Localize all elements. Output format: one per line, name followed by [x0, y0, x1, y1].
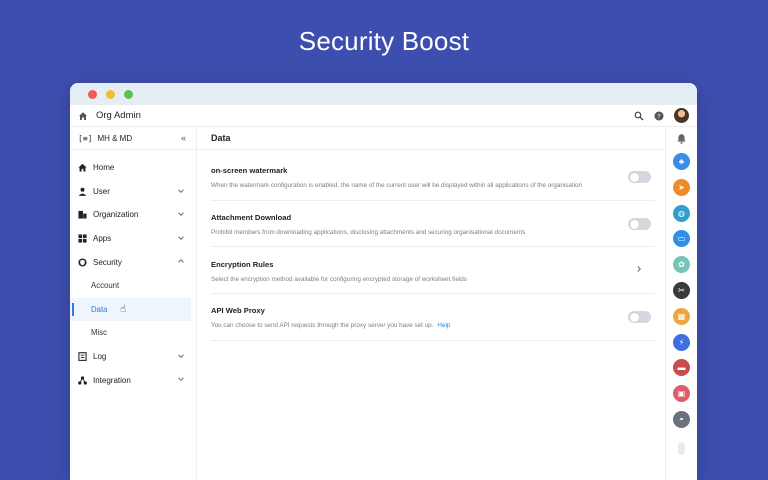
sidebar-subitem-account[interactable]: Account: [70, 274, 196, 298]
grid-app-icon[interactable]: ▦: [673, 307, 690, 325]
rail-scroll-handle[interactable]: [678, 441, 685, 455]
setting-title: Encryption Rules: [211, 260, 274, 269]
image-app-icon[interactable]: ▬: [673, 359, 690, 377]
divider: [211, 340, 655, 341]
app-title: Org Admin: [96, 110, 141, 121]
attachment-download-toggle[interactable]: [628, 218, 651, 230]
sidebar-item-log[interactable]: Log: [70, 345, 196, 369]
sidebar-item-label: Log: [93, 352, 107, 362]
divider: [211, 293, 655, 294]
search-icon[interactable]: [634, 111, 644, 121]
sidebar-item-user[interactable]: User: [70, 180, 196, 204]
user-icon: [78, 187, 87, 196]
page-title: Data: [197, 127, 665, 150]
sidebar-nav: Home User Organization Apps Security Acc…: [70, 150, 196, 392]
divider: [211, 200, 655, 201]
sidebar-item-security[interactable]: Security: [70, 250, 196, 274]
tool-app-icon[interactable]: ✂: [673, 281, 690, 299]
app-window: Org Admin ? [≡] MH & MD « Home User Orga…: [70, 83, 697, 480]
app-icon-list: ♣ ➤ ◍ ▭ ✿ ✂ ▦ ⚡ ▬ ▣ ◓: [673, 153, 690, 428]
shield-icon: [78, 258, 87, 267]
sidebar-subitem-data[interactable]: Data ☝: [70, 297, 191, 322]
api-web-proxy-toggle[interactable]: [628, 311, 651, 323]
maximize-window-button[interactable]: [124, 89, 133, 99]
calendar-app-icon[interactable]: ▣: [673, 385, 690, 403]
chevron-down-icon: [178, 189, 184, 193]
sidebar-item-label: Home: [93, 163, 115, 173]
chevron-down-icon: [178, 354, 184, 358]
setting-title: Attachment Download: [211, 213, 292, 222]
sidebar-item-label: Security: [93, 257, 122, 267]
setting-title: API Web Proxy: [211, 306, 265, 315]
setting-description-text: You can choose to send API requests thro…: [211, 322, 434, 329]
avatar[interactable]: [674, 108, 689, 123]
setting-description: You can choose to send API requests thro…: [211, 322, 647, 329]
chevron-up-icon: [178, 259, 184, 264]
sidebar-item-label: Apps: [93, 234, 112, 244]
apps-icon: [78, 234, 87, 243]
app-bar: Org Admin ?: [70, 105, 697, 127]
hand-cursor-icon: ☝: [120, 303, 127, 315]
divider: [211, 246, 655, 247]
setting-api-web-proxy: API Web Proxy You can choose to send API…: [211, 306, 655, 341]
bell-icon[interactable]: [676, 133, 687, 144]
setting-description: Prohibit members from downloading applic…: [211, 229, 526, 236]
ghost-app-icon[interactable]: ◓: [673, 410, 690, 428]
org-badge-icon: [≡]: [78, 133, 93, 143]
log-icon: [78, 352, 87, 361]
sidebar-subitem-label: Data: [91, 304, 108, 314]
setting-description: When the watermark configuration is enab…: [211, 182, 583, 189]
sidebar-item-label: Integration: [93, 375, 131, 385]
integration-icon: [78, 376, 87, 385]
sidebar-item-apps[interactable]: Apps: [70, 227, 196, 251]
home-icon: [78, 164, 87, 172]
sidebar: [≡] MH & MD « Home User Organization App…: [70, 127, 197, 480]
setting-description: Select the encryption method available f…: [211, 276, 467, 283]
chevron-down-icon: [178, 377, 184, 382]
sidebar-item-label: Organization: [93, 210, 139, 220]
chevron-down-icon: [178, 212, 184, 217]
help-link[interactable]: Help: [437, 322, 450, 329]
organization-icon: [78, 211, 87, 220]
sidebar-item-home[interactable]: Home: [70, 156, 196, 180]
photo-app-icon[interactable]: ✿: [673, 256, 690, 274]
close-window-button[interactable]: [88, 89, 97, 99]
window-titlebar: [70, 83, 697, 105]
sidebar-subitem-label: Account: [91, 281, 120, 291]
app-rail: ♣ ➤ ◍ ▭ ✿ ✂ ▦ ⚡ ▬ ▣ ◓: [665, 127, 697, 480]
globe-app-icon[interactable]: ◍: [673, 204, 690, 222]
home-icon[interactable]: [78, 111, 88, 121]
sidebar-item-label: User: [93, 186, 110, 196]
chevron-down-icon: [178, 236, 184, 240]
minimize-window-button[interactable]: [106, 89, 115, 99]
setting-attachment-download: Attachment Download Prohibit members fro…: [211, 213, 655, 247]
bolt-app-icon[interactable]: ⚡: [673, 333, 690, 351]
sidebar-item-integration[interactable]: Integration: [70, 368, 196, 392]
setting-watermark: on-screen watermark When the watermark c…: [211, 166, 655, 201]
org-name: MH & MD: [97, 133, 133, 143]
watermark-toggle[interactable]: [628, 171, 651, 183]
sidebar-subitem-label: Misc: [91, 328, 108, 338]
chat-app-icon[interactable]: ▭: [673, 230, 690, 248]
svg-text:?: ?: [657, 112, 660, 120]
send-app-icon[interactable]: ➤: [673, 178, 690, 196]
sidebar-subitem-misc[interactable]: Misc: [70, 321, 196, 345]
team-app-icon[interactable]: ♣: [673, 153, 690, 170]
collapse-sidebar-icon[interactable]: «: [181, 133, 186, 143]
chevron-right-icon[interactable]: [635, 265, 643, 273]
help-icon[interactable]: ?: [654, 111, 664, 121]
setting-encryption-rules[interactable]: Encryption Rules Select the encryption m…: [211, 260, 655, 294]
sidebar-item-organization[interactable]: Organization: [70, 203, 196, 227]
setting-title: on-screen watermark: [211, 166, 288, 175]
hero-title: Security Boost: [298, 26, 470, 56]
main-panel: Data on-screen watermark When the waterm…: [197, 127, 665, 480]
org-switcher[interactable]: [≡] MH & MD «: [70, 127, 196, 150]
